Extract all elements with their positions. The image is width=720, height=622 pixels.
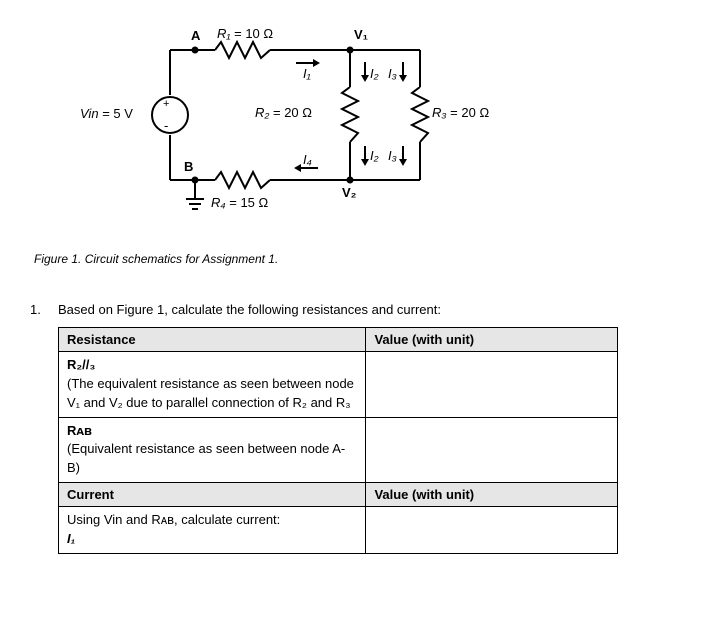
label-vin: Vin = 5 V bbox=[80, 106, 133, 121]
circuit-schematic: + - A B V₁ bbox=[90, 20, 510, 240]
question-number: 1. bbox=[30, 302, 58, 317]
label-i1: I₁ bbox=[303, 66, 311, 81]
source-minus: - bbox=[164, 118, 168, 133]
r23-name: R₂//₃ bbox=[67, 356, 357, 375]
label-i4: I₄ bbox=[303, 152, 312, 167]
node-a-dot bbox=[192, 47, 199, 54]
i1-value-cell[interactable] bbox=[366, 507, 618, 554]
label-v1: V₁ bbox=[354, 27, 368, 42]
label-a: A bbox=[191, 28, 200, 43]
header-current: Current bbox=[59, 483, 366, 507]
label-r1: R₁ = 10 Ω bbox=[217, 26, 273, 41]
header-value-1: Value (with unit) bbox=[366, 328, 618, 352]
table-row: Rᴀʙ (Equivalent resistance as seen betwe… bbox=[59, 417, 618, 483]
current-i1: I₁ bbox=[67, 530, 357, 549]
current-desc: Using Vin and Rᴀʙ, calculate current: bbox=[67, 511, 357, 530]
r23-value-cell[interactable] bbox=[366, 352, 618, 418]
resistor-r2 bbox=[340, 87, 360, 142]
figure-caption: Figure 1. Circuit schematics for Assignm… bbox=[34, 252, 690, 266]
header-resistance: Resistance bbox=[59, 328, 366, 352]
node-b-dot bbox=[192, 177, 199, 184]
label-r2: R₂ = 20 Ω bbox=[255, 105, 312, 120]
resistor-r3 bbox=[410, 87, 430, 142]
voltage-source bbox=[150, 95, 190, 135]
node-v2-dot bbox=[347, 177, 354, 184]
question-row: 1. Based on Figure 1, calculate the foll… bbox=[30, 302, 690, 317]
question-prompt: Based on Figure 1, calculate the followi… bbox=[58, 302, 441, 317]
table-row: Using Vin and Rᴀʙ, calculate current: I₁ bbox=[59, 507, 618, 554]
rab-desc: (Equivalent resistance as seen between n… bbox=[67, 440, 357, 478]
resistor-r1 bbox=[215, 40, 270, 60]
node-v1-dot bbox=[347, 47, 354, 54]
header-value-2: Value (with unit) bbox=[366, 483, 618, 507]
label-i3-bot: I₃ bbox=[388, 148, 397, 163]
rab-name: Rᴀʙ bbox=[67, 422, 357, 441]
label-i3-top: I₃ bbox=[388, 66, 397, 81]
label-i2-bot: I₂ bbox=[370, 148, 379, 163]
label-r4: R₄ = 15 Ω bbox=[211, 195, 268, 210]
page: + - A B V₁ bbox=[0, 0, 720, 622]
label-r3: R₃ = 20 Ω bbox=[432, 105, 489, 120]
resistor-r4 bbox=[215, 170, 270, 190]
answer-table: Resistance Value (with unit) R₂//₃ (The … bbox=[58, 327, 618, 554]
label-i2-top: I₂ bbox=[370, 66, 379, 81]
r23-desc: (The equivalent resistance as seen betwe… bbox=[67, 375, 357, 413]
rab-value-cell[interactable] bbox=[366, 417, 618, 483]
source-plus: + bbox=[163, 98, 169, 110]
label-b: B bbox=[184, 159, 193, 174]
label-v2: V₂ bbox=[342, 185, 356, 200]
table-row: R₂//₃ (The equivalent resistance as seen… bbox=[59, 352, 618, 418]
